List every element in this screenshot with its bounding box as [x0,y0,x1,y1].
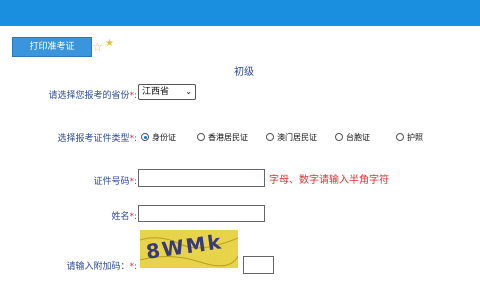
tab-print-admission-ticket[interactable]: 打印准考证 [12,37,92,57]
star-icon: ☆ [92,40,103,54]
required-mark: *: [129,262,137,272]
level-title: 初级 [234,67,254,78]
required-mark: *: [129,134,137,144]
province-label: 请选择您报考的省份*: [48,91,137,101]
id-type-label: 选择报考证件类型*: [57,134,137,144]
radio-button[interactable] [266,133,274,141]
star-icon: ★ [105,38,114,49]
id-number-input[interactable] [138,169,265,187]
radio-passport[interactable]: 护照 [396,130,423,144]
name-input[interactable] [138,205,265,222]
radio-button[interactable] [197,133,205,141]
captcha-image[interactable]: 8WMk [140,230,238,268]
radio-hongkong-resident[interactable]: 香港居民证 [197,130,248,144]
radio-button[interactable] [396,133,404,141]
province-select[interactable]: 江西省 ⌄ [138,84,196,100]
radio-label: 身份证 [152,132,176,142]
required-mark: *: [129,177,137,187]
chevron-down-icon: ⌄ [185,87,192,96]
radio-button[interactable] [141,133,149,141]
captcha-graphic: 8WMk [140,230,238,268]
radio-label: 台胞证 [346,132,370,142]
radio-macau-resident[interactable]: 澳门居民证 [266,130,317,144]
radio-id-card[interactable]: 身份证 [141,130,176,144]
id-type-radio-group: 身份证 香港居民证 澳门居民证 台胞证 护照 [141,130,471,144]
captcha-input[interactable] [243,256,274,274]
id-number-hint: 字母、数字请输入半角字符 [269,175,389,186]
radio-taiwan-compatriot[interactable]: 台胞证 [335,130,370,144]
radio-label: 澳门居民证 [277,132,317,142]
radio-label: 护照 [407,132,423,142]
province-selected-value: 江西省 [142,87,170,97]
radio-button[interactable] [335,133,343,141]
required-mark: *: [129,212,137,222]
id-number-label: 证件号码*: [93,177,137,187]
radio-label: 香港居民证 [208,132,248,142]
captcha-label: 请输入附加码：*: [66,262,137,272]
required-mark: *: [129,91,137,101]
top-banner [0,0,480,26]
name-label: 姓名*: [111,212,137,222]
